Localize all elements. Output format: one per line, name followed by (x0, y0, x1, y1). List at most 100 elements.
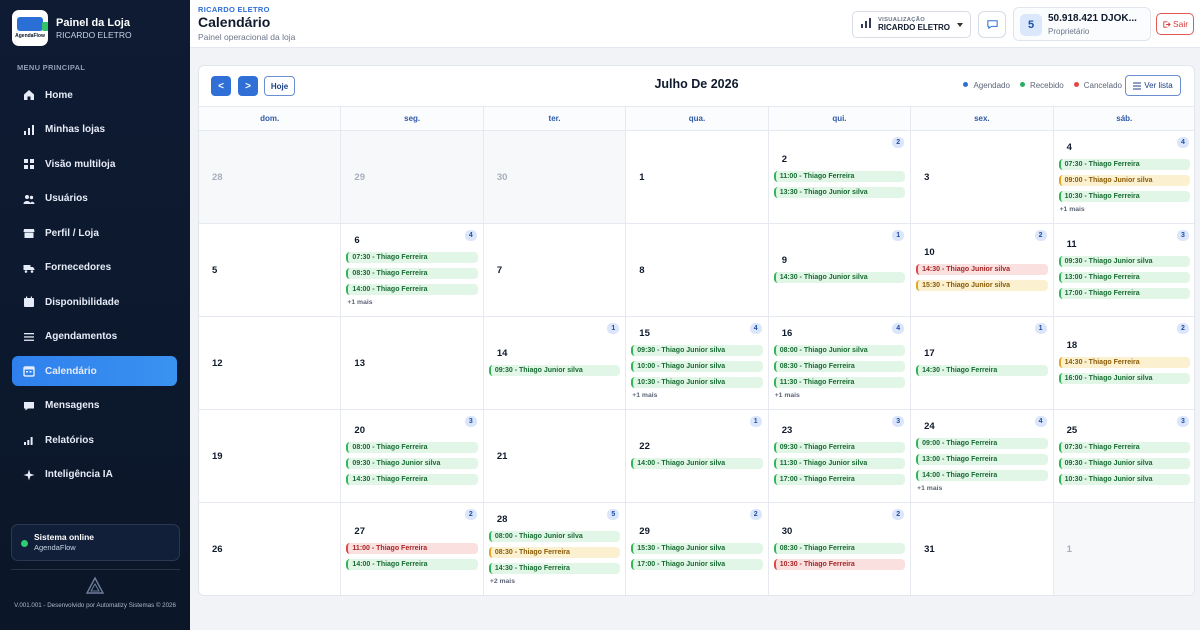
prev-month-button[interactable]: < (211, 76, 231, 96)
day-cell[interactable]: 9 1 14:30 - Thiago Junior silva (769, 224, 912, 316)
sidebar-item-minhas-lojas[interactable]: Minhas lojas (12, 115, 177, 145)
day-cell[interactable]: 10 2 14:30 - Thiago Junior silva 15:30 - Th… (911, 224, 1054, 316)
sidebar-item-usuarios[interactable]: Usuários (12, 184, 177, 214)
event-chip[interactable]: 09:30 - Thiago Junior silva (631, 345, 763, 356)
event-chip[interactable]: 17:00 - Thiago Ferreira (773, 474, 906, 485)
sidebar-item-relatorios[interactable]: Relatórios (12, 425, 177, 455)
day-cell[interactable]: 25 3 07:30 - Thiago Ferreira 09:30 - Thiago… (1054, 410, 1194, 502)
more-events-link[interactable]: +2 mais (490, 578, 620, 585)
event-chip[interactable]: 07:30 - Thiago Ferreira (1058, 442, 1190, 453)
day-cell[interactable]: 29 (341, 131, 484, 223)
event-chip[interactable]: 17:00 - Thiago Junior silva (631, 559, 763, 570)
day-cell[interactable]: 28 5 08:00 - Thiago Junior silva 08:30 - Th… (484, 503, 627, 595)
sidebar-item-home[interactable]: Home (12, 80, 177, 110)
day-cell[interactable]: 29 2 15:30 - Thiago Junior silva 17:00 - Th… (626, 503, 769, 595)
brand[interactable]: AgendaFlow Painel da Loja RICARDO ELETRO (12, 10, 132, 46)
logout-button[interactable]: Sair (1156, 13, 1194, 35)
day-cell[interactable]: 13 (341, 317, 484, 409)
event-chip[interactable]: 09:30 - Thiago Junior silva (1058, 458, 1190, 469)
day-cell[interactable]: 20 3 08:00 - Thiago Ferreira 09:30 - Thiago… (341, 410, 484, 502)
event-chip[interactable]: 11:30 - Thiago Junior silva (773, 458, 906, 469)
day-cell[interactable]: 14 1 09:30 - Thiago Junior silva (484, 317, 627, 409)
day-cell[interactable]: 3 (911, 131, 1054, 223)
day-cell[interactable]: 8 (626, 224, 769, 316)
day-cell[interactable]: 26 (199, 503, 342, 595)
day-cell[interactable]: 15 4 09:30 - Thiago Junior silva 10:00 - Th… (626, 317, 769, 409)
sidebar-item-visao-multiloja[interactable]: Visão multiloja (12, 149, 177, 179)
event-chip[interactable]: 14:00 - Thiago Ferreira (916, 470, 1048, 481)
event-chip[interactable]: 13:00 - Thiago Ferreira (916, 454, 1048, 465)
event-chip[interactable]: 14:00 - Thiago Ferreira (346, 559, 478, 570)
event-chip[interactable]: 10:30 - Thiago Ferreira (773, 559, 906, 570)
next-month-button[interactable]: > (238, 76, 258, 96)
event-chip[interactable]: 13:30 - Thiago Junior silva (773, 187, 906, 198)
day-cell[interactable]: 12 (199, 317, 342, 409)
day-cell[interactable]: 31 (911, 503, 1054, 595)
day-cell[interactable]: 4 4 07:30 - Thiago Ferreira 09:00 - Thiago … (1054, 131, 1194, 223)
event-chip[interactable]: 14:00 - Thiago Junior silva (631, 458, 763, 469)
day-cell[interactable]: 17 1 14:30 - Thiago Ferreira (911, 317, 1054, 409)
event-chip[interactable]: 08:00 - Thiago Junior silva (488, 531, 621, 542)
event-chip[interactable]: 14:30 - Thiago Junior silva (773, 272, 906, 283)
event-chip[interactable]: 09:00 - Thiago Junior silva (1058, 175, 1190, 186)
sidebar-item-agendamentos[interactable]: Agendamentos (12, 322, 177, 352)
event-chip[interactable]: 14:00 - Thiago Ferreira (346, 284, 478, 295)
event-chip[interactable]: 15:30 - Thiago Junior silva (916, 280, 1048, 291)
event-chip[interactable]: 10:30 - Thiago Ferreira (1058, 191, 1190, 202)
day-cell[interactable]: 28 (199, 131, 342, 223)
day-cell[interactable]: 5 (199, 224, 342, 316)
event-chip[interactable]: 08:30 - Thiago Ferreira (488, 547, 621, 558)
day-cell[interactable]: 11 3 09:30 - Thiago Junior silva 13:00 - Th… (1054, 224, 1194, 316)
event-chip[interactable]: 11:00 - Thiago Ferreira (346, 543, 478, 554)
more-events-link[interactable]: +1 mais (775, 392, 905, 399)
event-chip[interactable]: 16:00 - Thiago Junior silva (1058, 373, 1190, 384)
day-cell[interactable]: 1 (1053, 503, 1194, 595)
store-view-select[interactable]: VISUALIZAÇÃO RICARDO ELETRO (852, 11, 971, 38)
event-chip[interactable]: 10:30 - Thiago Junior silva (631, 377, 763, 388)
messages-button[interactable] (978, 11, 1006, 38)
event-chip[interactable]: 17:00 - Thiago Ferreira (1058, 288, 1190, 299)
event-chip[interactable]: 09:30 - Thiago Junior silva (488, 365, 621, 376)
event-chip[interactable]: 10:00 - Thiago Junior silva (631, 361, 763, 372)
event-chip[interactable]: 14:30 - Thiago Ferreira (346, 474, 478, 485)
day-cell[interactable]: 7 (484, 224, 627, 316)
more-events-link[interactable]: +1 mais (917, 485, 1047, 492)
day-cell[interactable]: 1 (626, 131, 769, 223)
event-chip[interactable]: 09:00 - Thiago Ferreira (916, 438, 1048, 449)
event-chip[interactable]: 11:00 - Thiago Ferreira (773, 171, 906, 182)
event-chip[interactable]: 13:00 - Thiago Ferreira (1058, 272, 1190, 283)
event-chip[interactable]: 07:30 - Thiago Ferreira (346, 252, 478, 263)
sidebar-item-inteligencia-ia[interactable]: Inteligência IA (12, 460, 177, 490)
user-card[interactable]: 5 50.918.421 DJOK... Proprietário (1013, 7, 1151, 41)
event-chip[interactable]: 08:30 - Thiago Ferreira (773, 543, 906, 554)
event-chip[interactable]: 15:30 - Thiago Junior silva (631, 543, 763, 554)
event-chip[interactable]: 14:30 - Thiago Junior silva (916, 264, 1048, 275)
day-cell[interactable]: 6 4 07:30 - Thiago Ferreira 08:30 - Thiago … (341, 224, 484, 316)
sidebar-item-calendario[interactable]: Calendário (12, 356, 177, 386)
sidebar-item-perfil-loja[interactable]: Perfil / Loja (12, 218, 177, 248)
day-cell[interactable]: 30 2 08:30 - Thiago Ferreira 10:30 - Thiago… (769, 503, 912, 595)
event-chip[interactable]: 09:30 - Thiago Ferreira (773, 442, 906, 453)
day-cell[interactable]: 24 4 09:00 - Thiago Ferreira 13:00 - Thiago… (911, 410, 1054, 502)
event-chip[interactable]: 08:00 - Thiago Ferreira (346, 442, 478, 453)
event-chip[interactable]: 08:00 - Thiago Junior silva (773, 345, 906, 356)
more-events-link[interactable]: +1 mais (347, 299, 477, 306)
event-chip[interactable]: 09:30 - Thiago Junior silva (1058, 256, 1190, 267)
event-chip[interactable]: 14:30 - Thiago Ferreira (916, 365, 1048, 376)
event-chip[interactable]: 14:30 - Thiago Ferreira (488, 563, 621, 574)
sidebar-item-disponibilidade[interactable]: Disponibilidade (12, 287, 177, 317)
day-cell[interactable]: 16 4 08:00 - Thiago Junior silva 08:30 - Th… (769, 317, 912, 409)
view-list-button[interactable]: Ver lista (1125, 75, 1181, 96)
event-chip[interactable]: 10:30 - Thiago Junior silva (1058, 474, 1190, 485)
day-cell[interactable]: 22 1 14:00 - Thiago Junior silva (626, 410, 769, 502)
day-cell[interactable]: 21 (484, 410, 627, 502)
today-button[interactable]: Hoje (264, 76, 295, 96)
event-chip[interactable]: 11:30 - Thiago Ferreira (773, 377, 906, 388)
sidebar-item-mensagens[interactable]: Mensagens (12, 391, 177, 421)
day-cell[interactable]: 30 (483, 131, 627, 223)
day-cell[interactable]: 18 2 14:30 - Thiago Ferreira 16:00 - Thiago… (1054, 317, 1194, 409)
event-chip[interactable]: 08:30 - Thiago Ferreira (346, 268, 478, 279)
event-chip[interactable]: 09:30 - Thiago Junior silva (346, 458, 478, 469)
more-events-link[interactable]: +1 mais (1060, 206, 1190, 213)
sidebar-item-fornecedores[interactable]: Fornecedores (12, 253, 177, 283)
